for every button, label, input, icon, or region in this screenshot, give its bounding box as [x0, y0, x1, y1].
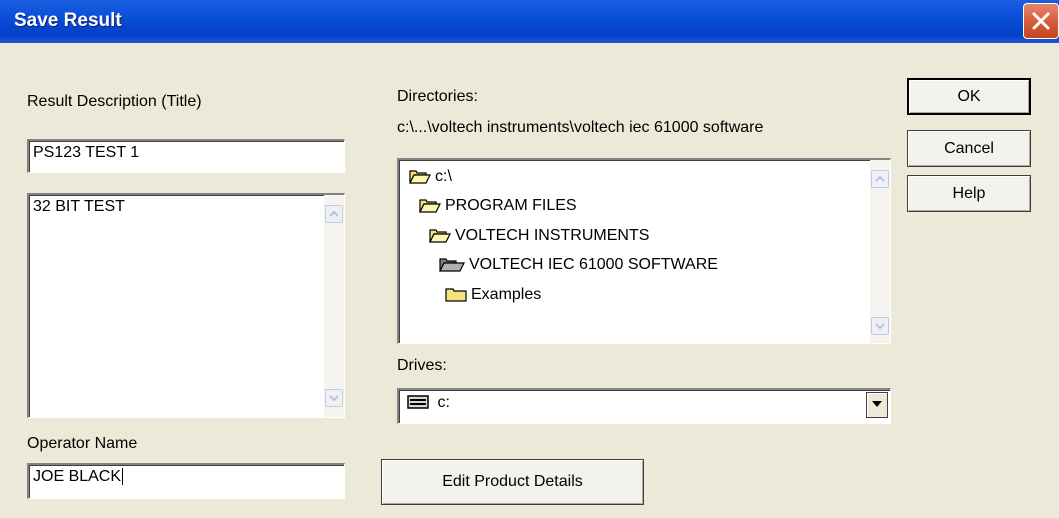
directories-label: Directories: [397, 88, 478, 105]
directory-item-label: c:\ [435, 168, 452, 185]
close-button[interactable] [1023, 3, 1059, 39]
chevron-up-icon [875, 175, 885, 182]
directory-tree[interactable]: c:\ PROGRAM FILES VOLTECH INSTRUMENTS VOLTE… [397, 158, 891, 344]
drives-select[interactable]: c: [397, 388, 891, 424]
drive-icon [407, 395, 429, 409]
operator-name-label: Operator Name [27, 435, 138, 452]
directory-item[interactable]: Examples [445, 286, 541, 312]
scroll-up-button[interactable] [325, 205, 343, 223]
help-button[interactable]: Help [907, 175, 1031, 212]
directories-path: c:\...\voltech instruments\voltech iec 6… [397, 119, 764, 136]
scroll-up-button[interactable] [871, 170, 889, 188]
open-folder-icon [409, 168, 435, 185]
close-icon [1032, 12, 1050, 30]
cancel-label: Cancel [944, 140, 994, 157]
operator-name-input[interactable]: JOE BLACK​ [27, 463, 345, 499]
drives-selected-value: c: [437, 394, 450, 411]
scroll-down-button[interactable] [325, 389, 343, 407]
description-value: 32 BIT TEST [33, 198, 125, 215]
text-cursor: ​ [122, 468, 124, 485]
title-input[interactable]: PS123 TEST 1 [27, 139, 345, 173]
result-description-label: Result Description (Title) [27, 93, 202, 110]
directory-item[interactable]: VOLTECH INSTRUMENTS [429, 227, 649, 253]
operator-name-value: JOE BLACK [33, 468, 122, 485]
directory-item-label: Examples [471, 286, 542, 303]
help-label: Help [952, 185, 986, 202]
directory-item-label: VOLTECH IEC 61000 SOFTWARE [469, 256, 718, 273]
cancel-button[interactable]: Cancel [907, 130, 1031, 167]
ok-label: OK [957, 88, 981, 105]
directory-scrollbar[interactable] [870, 160, 890, 343]
open-folder-selected-icon [439, 256, 469, 273]
ok-button[interactable]: OK [907, 78, 1031, 115]
chevron-down-icon [875, 323, 885, 330]
drives-label: Drives: [397, 357, 447, 374]
directory-item-label: PROGRAM FILES [445, 197, 577, 214]
open-folder-icon [429, 227, 455, 244]
window-title: Save Result [14, 10, 122, 31]
directory-item-label: VOLTECH INSTRUMENTS [455, 227, 650, 244]
open-folder-icon [419, 197, 445, 214]
save-result-dialog: Save Result Result Description (Title) P… [0, 0, 1059, 518]
description-scrollbar[interactable] [324, 195, 344, 417]
drives-dropdown-button[interactable] [866, 392, 888, 418]
scroll-down-button[interactable] [871, 317, 889, 335]
title-bar: Save Result [0, 0, 1059, 43]
edit-product-details-button[interactable]: Edit Product Details [381, 459, 644, 505]
closed-folder-icon [445, 286, 471, 303]
edit-product-details-label: Edit Product Details [442, 473, 583, 490]
chevron-up-icon [329, 210, 339, 217]
chevron-down-icon [329, 395, 339, 402]
title-input-value: PS123 TEST 1 [33, 144, 140, 161]
directory-item[interactable]: c:\ [409, 168, 452, 194]
triangle-down-icon [872, 401, 882, 407]
directory-item[interactable]: VOLTECH IEC 61000 SOFTWARE [439, 256, 718, 282]
directory-item[interactable]: PROGRAM FILES [419, 197, 577, 223]
description-textarea[interactable]: 32 BIT TEST [27, 193, 345, 418]
